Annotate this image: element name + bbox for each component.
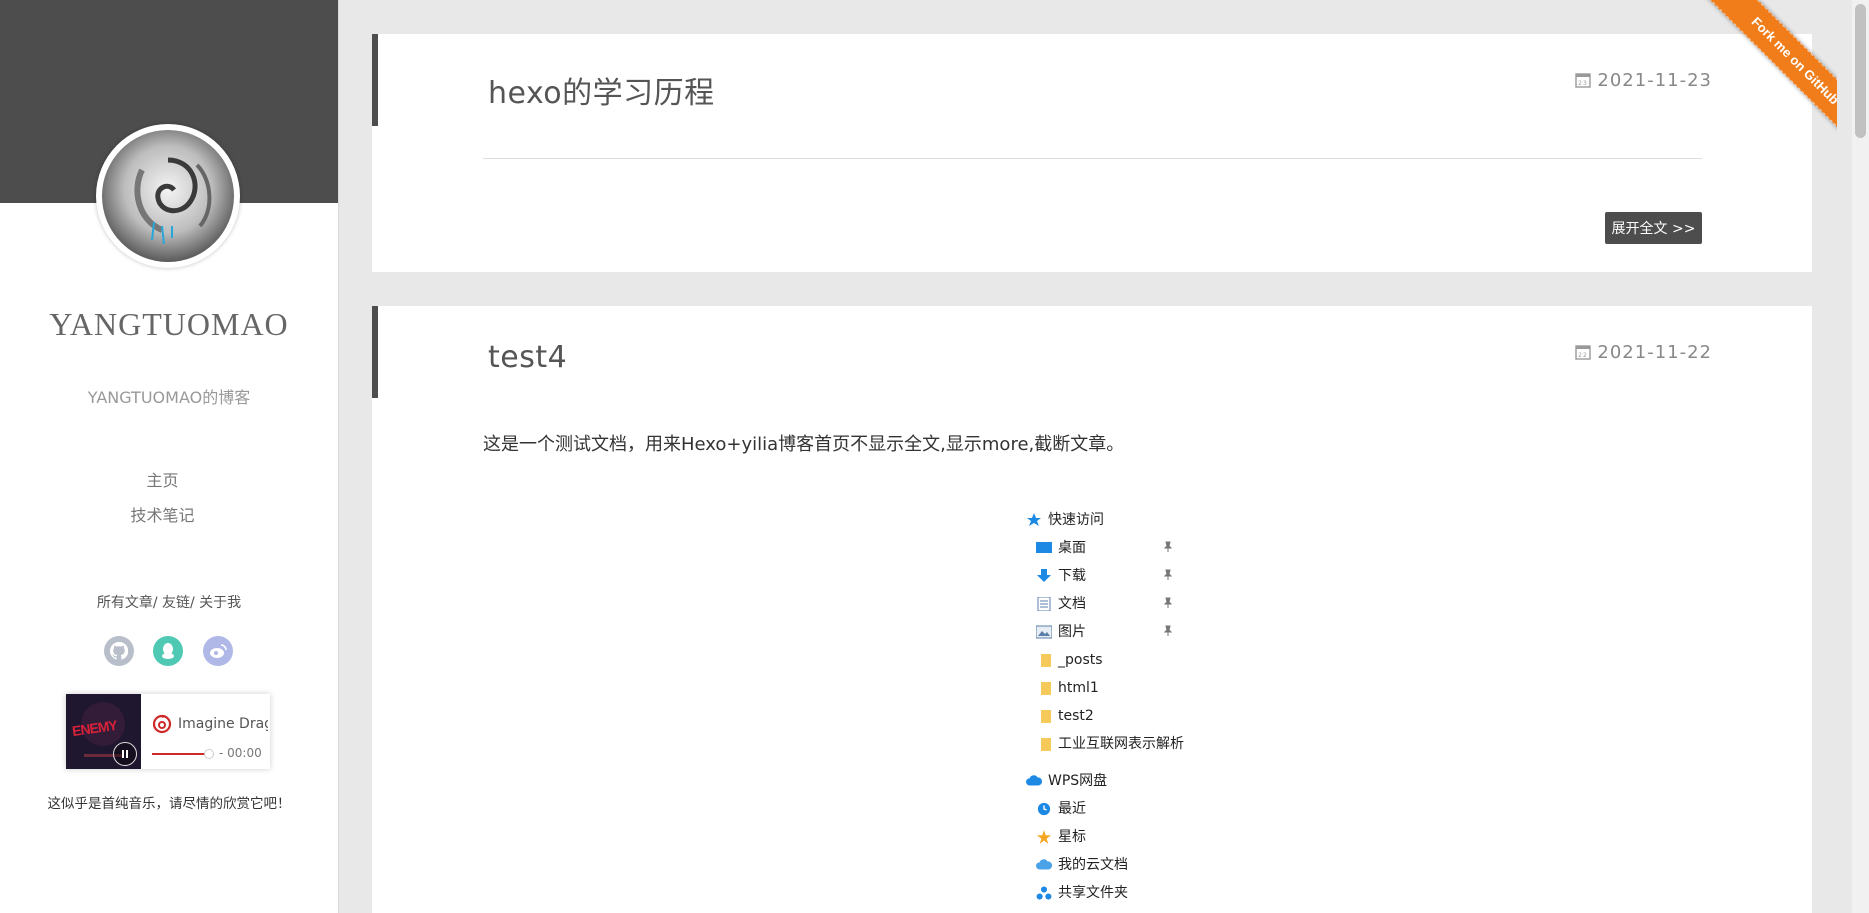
cloud-document-icon [1036, 859, 1052, 870]
explorer-item: _posts [1026, 646, 1226, 674]
post-divider [483, 158, 1702, 159]
document-icon [1037, 597, 1051, 611]
folder-icon [1041, 654, 1051, 667]
explorer-item: 文档 [1026, 590, 1226, 618]
pause-button[interactable] [113, 742, 137, 766]
sidebar: YANGTUOMAO YANGTUOMAO的博客 主页 技术笔记 所有文章/ 友… [0, 0, 339, 913]
netease-music-icon [152, 714, 172, 738]
star-pin-icon [1027, 513, 1041, 526]
explorer-item-label: 最近 [1058, 801, 1086, 817]
explorer-item: 星标 [1026, 823, 1226, 851]
explorer-item: 图片 [1026, 618, 1226, 646]
sidebar-links: 所有文章/ 友链/ 关于我 [0, 592, 338, 612]
github-ribbon: Fork me on GitHub [1657, 0, 1837, 150]
music-note: 这似乎是首纯音乐，请尽情的欣赏它吧！ [47, 796, 291, 812]
scrollbar-thumb[interactable] [1855, 4, 1866, 138]
pin-icon [1163, 625, 1173, 636]
fork-me-on-github-link[interactable]: Fork me on GitHub [1691, 0, 1837, 150]
blog-subtitle: YANGTUOMAO的博客 [87, 388, 251, 407]
wps-drive-item: WPS网盘 [1026, 767, 1226, 795]
explorer-item: 下载 [1026, 562, 1226, 590]
friends-link[interactable]: 友链/ [158, 595, 195, 611]
explorer-item-label: html1 [1058, 680, 1099, 696]
explorer-item: html1 [1026, 674, 1226, 702]
player-time: - 00:00 [219, 746, 262, 760]
progress-handle[interactable] [204, 749, 214, 759]
folder-icon [1041, 682, 1051, 695]
song-title: Imagine Dragons [178, 716, 268, 732]
post-card: test4 22 2021-11-22 这是一个测试文档，用来Hexo+yilia… [372, 306, 1812, 913]
blog-title[interactable]: YANGTUOMAO [0, 306, 338, 343]
folder-icon [1041, 710, 1051, 723]
shared-folder-icon [1036, 886, 1052, 900]
explorer-item: 桌面 [1026, 534, 1226, 562]
star-icon [1037, 830, 1051, 844]
explorer-item: 工业互联网表示解析 [1026, 730, 1226, 758]
explorer-item-label: 文档 [1058, 596, 1086, 612]
qq-icon[interactable] [153, 636, 183, 666]
pin-icon [1163, 597, 1173, 608]
post-title[interactable]: test4 [488, 340, 567, 375]
nav-home-link[interactable]: 主页 [0, 467, 325, 491]
svg-text:23: 23 [1579, 80, 1589, 87]
post-excerpt: 这是一个测试文档，用来Hexo+yilia博客首页不显示全文,显示more,截断… [483, 434, 1125, 455]
post-date: 22 2021-11-22 [1575, 342, 1712, 363]
explorer-item-label: 下载 [1058, 568, 1086, 584]
github-icon[interactable] [104, 636, 134, 666]
weibo-icon[interactable] [203, 636, 233, 666]
explorer-item-label: _posts [1058, 652, 1103, 668]
quick-access-item: 快速访问 [1026, 506, 1226, 534]
post-card: hexo的学习历程 23 2021-11-23 展开全文 >> [372, 34, 1812, 272]
svg-text:22: 22 [1579, 352, 1589, 359]
explorer-item-label: 星标 [1058, 829, 1086, 845]
desktop-icon [1036, 542, 1052, 553]
calendar-icon: 22 [1575, 345, 1592, 360]
pin-icon [1163, 541, 1173, 552]
explorer-item-label: test2 [1058, 708, 1094, 724]
read-more-button[interactable]: 展开全文 >> [1605, 212, 1702, 244]
post-accent-bar [372, 306, 378, 398]
explorer-item-label: 图片 [1058, 624, 1086, 640]
explorer-item-label: 桌面 [1058, 540, 1086, 556]
pin-icon [1163, 569, 1173, 580]
explorer-item: test2 [1026, 702, 1226, 730]
explorer-screenshot: 快速访问 桌面 下载 文档 图片 _posts html1 test2 工业互联… [1026, 506, 1226, 907]
scrollbar[interactable] [1852, 0, 1869, 913]
post-accent-bar [372, 34, 378, 126]
download-icon [1037, 569, 1051, 582]
explorer-item: 我的云文档 [1026, 851, 1226, 879]
progress-bar[interactable] [152, 753, 208, 755]
explorer-item-label: 工业互联网表示解析 [1058, 736, 1184, 752]
explorer-item: 最近 [1026, 795, 1226, 823]
explorer-item: 共享文件夹 [1026, 879, 1226, 907]
all-posts-link[interactable]: 所有文章/ [97, 595, 158, 611]
avatar[interactable] [96, 124, 240, 268]
calendar-icon: 23 [1575, 73, 1592, 88]
explorer-item-label: 我的云文档 [1058, 857, 1128, 873]
music-player: ENEMY Imagine Dragons - 00:00 [66, 694, 270, 769]
picture-icon [1036, 625, 1052, 639]
post-date-text: 2021-11-22 [1597, 342, 1712, 363]
post-title[interactable]: hexo的学习历程 [488, 68, 715, 112]
folder-icon [1041, 738, 1051, 751]
album-cover: ENEMY [66, 694, 141, 769]
cloud-icon [1026, 775, 1042, 786]
explorer-item-label: 共享文件夹 [1058, 885, 1128, 901]
wps-drive-label: WPS网盘 [1048, 773, 1108, 789]
quick-access-label: 快速访问 [1048, 512, 1104, 528]
nav-tech-notes-link[interactable]: 技术笔记 [0, 502, 325, 526]
clock-icon [1037, 802, 1051, 816]
about-link[interactable]: 关于我 [195, 595, 241, 611]
